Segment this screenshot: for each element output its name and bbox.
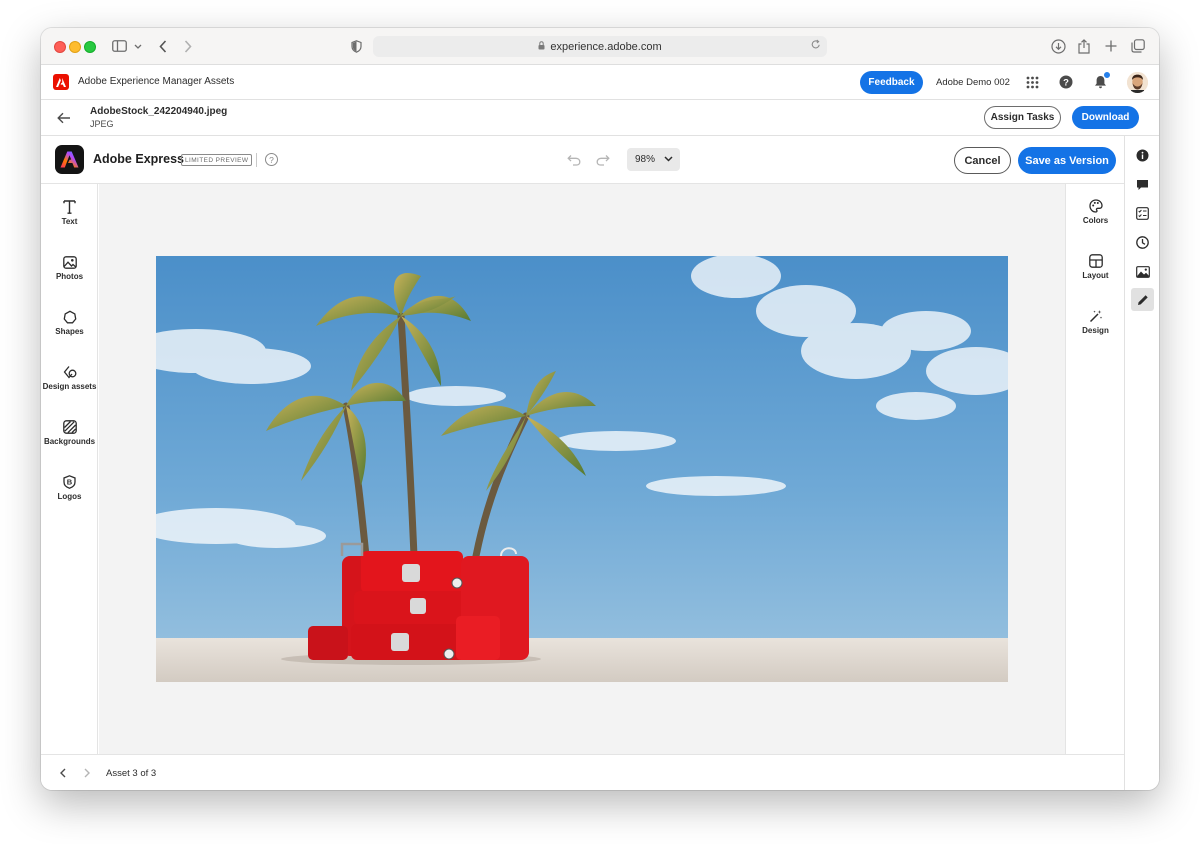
download-button[interactable]: Download (1072, 106, 1139, 129)
zoom-dropdown[interactable]: 98% (627, 148, 680, 171)
express-editor: Adobe Express LIMITED PREVIEW ? 98% Canc… (41, 136, 1124, 790)
window-close-button[interactable] (54, 41, 66, 53)
tool-colors[interactable]: Colors (1066, 198, 1125, 238)
back-arrow-icon[interactable] (55, 109, 73, 127)
tasks-icon[interactable] (1131, 202, 1154, 225)
notifications-icon[interactable] (1092, 71, 1111, 90)
cancel-button[interactable]: Cancel (954, 147, 1011, 174)
download-icon[interactable] (1049, 37, 1067, 55)
tool-backgrounds[interactable]: Backgrounds (41, 419, 98, 459)
window-minimize-button[interactable] (69, 41, 81, 53)
tool-shapes[interactable]: Shapes (41, 309, 98, 349)
shield-icon[interactable] (349, 37, 363, 55)
org-switcher[interactable]: Adobe Demo 002 (936, 77, 1010, 88)
tool-label: Design assets (42, 382, 97, 391)
tool-logos[interactable]: B Logos (41, 474, 98, 514)
tool-design-assets[interactable]: Design assets (41, 364, 98, 404)
avatar[interactable] (1127, 72, 1148, 93)
tool-label: Text (61, 217, 78, 226)
aem-header: Adobe Experience Manager Assets Feedback… (41, 65, 1159, 100)
tabs-icon[interactable] (1130, 37, 1146, 55)
backgrounds-icon (62, 419, 78, 435)
zoom-value: 98% (635, 154, 656, 165)
browser-toolbar: experience.adobe.com (41, 28, 1159, 65)
comment-icon[interactable] (1131, 173, 1154, 196)
chevron-down-icon (664, 154, 673, 165)
app-switcher-icon[interactable] (1024, 74, 1040, 90)
undo-icon[interactable] (566, 152, 582, 168)
asset-pager: Asset 3 of 3 (41, 754, 1124, 790)
browser-window: experience.adobe.com Adobe Experience Ma… (41, 28, 1159, 790)
magic-wand-icon (1088, 308, 1104, 324)
next-asset-icon[interactable] (80, 766, 94, 780)
product-title[interactable]: Adobe Experience Manager Assets (78, 76, 234, 87)
url-text: experience.adobe.com (550, 40, 662, 53)
save-as-version-button[interactable]: Save as Version (1018, 147, 1116, 174)
previous-asset-icon[interactable] (56, 766, 70, 780)
canvas-area[interactable] (99, 184, 1065, 754)
sidebar-icon[interactable] (111, 37, 127, 55)
tool-label: Layout (1082, 271, 1109, 280)
tool-label: Design (1082, 326, 1109, 335)
tool-label: Logos (57, 492, 82, 501)
express-title: Adobe Express (93, 152, 185, 166)
layout-icon (1088, 253, 1104, 269)
asset-file-name: AdobeStock_242204940.jpeg (90, 106, 228, 117)
toolbar-divider (256, 153, 257, 167)
share-icon[interactable] (1076, 37, 1092, 55)
tool-label: Shapes (55, 327, 84, 336)
express-help-icon[interactable]: ? (265, 153, 278, 166)
renditions-icon[interactable] (1131, 260, 1154, 283)
edit-icon[interactable] (1131, 288, 1154, 311)
chevron-down-icon[interactable] (133, 37, 143, 55)
feedback-button[interactable]: Feedback (860, 71, 923, 94)
palette-icon (1088, 198, 1104, 214)
address-bar[interactable]: experience.adobe.com (373, 36, 827, 57)
new-tab-icon[interactable] (1103, 37, 1119, 55)
adobe-logo-icon[interactable] (53, 74, 69, 90)
shapes-icon (62, 309, 78, 325)
tool-layout[interactable]: Layout (1066, 253, 1125, 293)
tool-photos[interactable]: Photos (41, 254, 98, 294)
back-icon[interactable] (156, 37, 170, 55)
limited-preview-badge: LIMITED PREVIEW (181, 154, 253, 166)
express-logo-icon (55, 145, 84, 174)
tool-design[interactable]: Design (1066, 308, 1125, 348)
express-toolbar: Adobe Express LIMITED PREVIEW ? 98% Canc… (41, 136, 1124, 184)
left-tool-rail: Text Photos Shapes Design assets Backgro… (41, 184, 98, 754)
tool-text[interactable]: Text (41, 199, 98, 239)
svg-text:?: ? (1063, 78, 1069, 89)
logos-icon: B (62, 474, 78, 490)
design-assets-icon (62, 364, 78, 380)
redo-icon[interactable] (595, 152, 611, 168)
asset-file-type: JPEG (90, 119, 114, 129)
window-maximize-button[interactable] (84, 41, 96, 53)
forward-icon[interactable] (181, 37, 195, 55)
tool-label: Photos (55, 272, 84, 281)
aem-right-rail (1124, 136, 1159, 790)
right-tool-rail: Colors Layout Design (1065, 184, 1124, 754)
canvas-image[interactable] (156, 256, 1008, 682)
lock-icon (538, 40, 545, 53)
tool-label: Backgrounds (43, 437, 96, 446)
info-icon[interactable] (1131, 144, 1154, 167)
help-icon[interactable]: ? (1058, 74, 1074, 90)
photos-icon (62, 254, 78, 270)
asset-header: AdobeStock_242204940.jpeg JPEG Assign Ta… (41, 100, 1159, 136)
reload-icon[interactable] (811, 39, 821, 53)
text-icon (62, 199, 78, 215)
notification-badge (1103, 71, 1111, 79)
asset-position-text: Asset 3 of 3 (106, 768, 157, 779)
tool-label: Colors (1082, 216, 1109, 225)
svg-text:B: B (67, 478, 73, 487)
history-icon[interactable] (1131, 231, 1154, 254)
assign-tasks-button[interactable]: Assign Tasks (984, 106, 1061, 129)
